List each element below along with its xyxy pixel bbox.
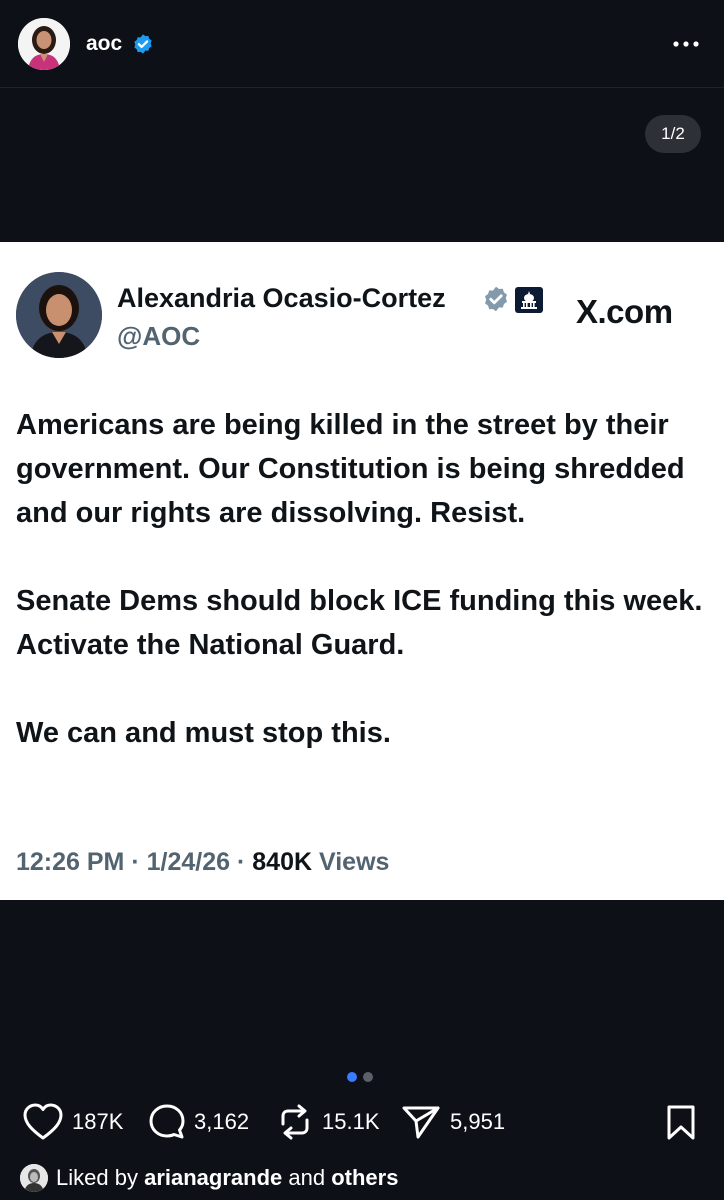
- profile-avatar[interactable]: [18, 18, 70, 70]
- send-icon: [402, 1106, 440, 1139]
- tweet-time: 12:26 PM: [16, 848, 125, 876]
- media-carousel[interactable]: 1/2 Alexandria Ocasio-Cortez @AOC X.com …: [0, 88, 724, 1053]
- liked-by-user[interactable]: arianagrande: [144, 1165, 282, 1191]
- author-photo-icon: [16, 272, 102, 358]
- pagination-dot-active: [347, 1072, 357, 1082]
- like-button[interactable]: 187K: [22, 1098, 123, 1146]
- profile-photo-icon: [18, 18, 70, 70]
- pagination-dot: [363, 1072, 373, 1082]
- repost-icon: [281, 1104, 309, 1140]
- verified-badge-icon: [134, 34, 152, 54]
- tweet-paragraph: Senate Dems should block ICE funding thi…: [16, 585, 703, 661]
- share-count: 5,951: [450, 1109, 506, 1134]
- carousel-counter: 1/2: [645, 115, 701, 153]
- tweet-author-avatar: [16, 272, 102, 358]
- action-bar: 187K 3,162 15.1K 5,951: [0, 1098, 724, 1146]
- tweet-author-name: Alexandria Ocasio-Cortez: [117, 283, 446, 313]
- carousel-pagination: [347, 1072, 377, 1082]
- save-button[interactable]: [664, 1098, 698, 1146]
- views-label: Views: [319, 848, 390, 876]
- like-count: 187K: [72, 1109, 124, 1134]
- liked-by[interactable]: Liked by arianagrande and others: [20, 1162, 398, 1194]
- liked-by-prefix: Liked by: [56, 1165, 138, 1190]
- more-options-icon[interactable]: [670, 34, 702, 54]
- liker-photo-icon: [20, 1164, 48, 1192]
- liked-by-others[interactable]: others: [331, 1165, 398, 1191]
- post-header: aoc: [0, 0, 724, 88]
- bookmark-icon: [667, 1105, 695, 1140]
- tweet-author-handle: @AOC: [117, 321, 201, 351]
- liked-by-avatar: [20, 1164, 48, 1192]
- tweet-meta: 12:26 PM · 1/24/26 · 840K Views: [16, 846, 389, 878]
- comment-button[interactable]: 3,162: [148, 1098, 249, 1146]
- meta-separator: ·: [237, 848, 246, 876]
- meta-separator: ·: [131, 848, 140, 876]
- tweet-paragraph: Americans are being killed in the street…: [16, 409, 685, 529]
- liked-by-and: and: [288, 1165, 326, 1190]
- repost-button[interactable]: 15.1K: [276, 1098, 380, 1146]
- comment-bubble-icon: [149, 1104, 185, 1139]
- views-count: 840K: [252, 848, 313, 876]
- username[interactable]: aoc: [86, 31, 122, 57]
- tweet-paragraph: We can and must stop this.: [16, 717, 391, 749]
- gray-verified-badge-icon: [485, 286, 507, 312]
- share-button[interactable]: 5,951: [400, 1098, 505, 1146]
- tweet-screenshot: Alexandria Ocasio-Cortez @AOC X.com Amer…: [0, 242, 724, 900]
- comment-count: 3,162: [194, 1109, 250, 1134]
- tweet-date: 1/24/26: [146, 848, 231, 876]
- capitol-badge-icon: [515, 287, 543, 313]
- heart-icon: [23, 1103, 63, 1140]
- source-label: X.com: [576, 293, 673, 330]
- repost-count: 15.1K: [322, 1109, 380, 1134]
- tweet-text: Americans are being killed in the street…: [16, 403, 711, 799]
